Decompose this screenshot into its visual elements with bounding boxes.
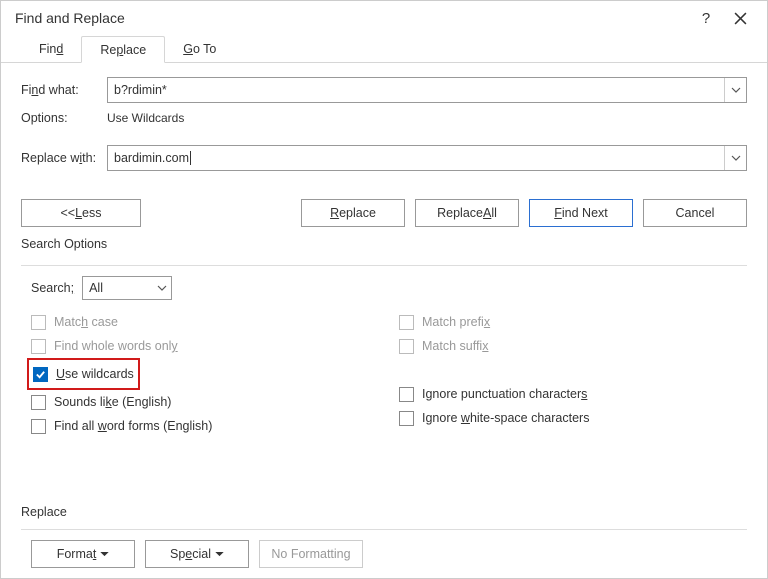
close-button[interactable]	[723, 12, 757, 25]
checkbox-icon	[31, 419, 46, 434]
options-row: Options: Use Wildcards	[21, 111, 747, 125]
checkbox-icon	[31, 315, 46, 330]
replace-with-label: Replace with:	[21, 151, 107, 165]
match-suffix-checkbox[interactable]: Match suffix	[399, 334, 747, 358]
checkbox-icon	[31, 395, 46, 410]
format-button[interactable]: Format	[31, 540, 135, 568]
find-next-button[interactable]: Find Next	[529, 199, 633, 227]
use-wildcards-checkbox[interactable]: Use wildcards	[33, 362, 134, 386]
sounds-like-checkbox[interactable]: Sounds like (English)	[31, 390, 379, 414]
divider	[21, 265, 747, 266]
chevron-down-icon	[153, 285, 171, 291]
less-button[interactable]: << Less	[21, 199, 141, 227]
replace-section-header: Replace	[21, 505, 747, 519]
ignore-punctuation-checkbox[interactable]: Ignore punctuation characters	[399, 382, 747, 406]
action-buttons: << Less Replace Replace All Find Next Ca…	[21, 199, 747, 227]
replace-all-button[interactable]: Replace All	[415, 199, 519, 227]
titlebar: Find and Replace ?	[1, 1, 767, 35]
find-replace-dialog: Find and Replace ? Find Replace Go To Fi…	[0, 0, 768, 579]
search-direction-row: Search; All	[31, 276, 747, 300]
options-value: Use Wildcards	[107, 111, 184, 125]
replace-with-input[interactable]: bardimin.com	[107, 145, 747, 171]
checkbox-icon	[399, 339, 414, 354]
caret-down-icon	[100, 552, 109, 557]
word-forms-checkbox[interactable]: Find all word forms (English)	[31, 414, 379, 438]
search-label: Search;	[31, 281, 74, 295]
checkbox-icon	[399, 411, 414, 426]
checkbox-icon	[31, 339, 46, 354]
replace-section: Replace Format Special No Formatting	[21, 505, 747, 568]
chevron-down-icon[interactable]	[724, 146, 746, 170]
caret-down-icon	[215, 552, 224, 557]
match-case-checkbox[interactable]: Match case	[31, 310, 379, 334]
find-what-input[interactable]: b?rdimin*	[107, 77, 747, 103]
special-button[interactable]: Special	[145, 540, 249, 568]
close-icon	[734, 12, 747, 25]
format-buttons: Format Special No Formatting	[31, 540, 747, 568]
search-options-header: Search Options	[21, 237, 747, 251]
text-cursor	[190, 151, 191, 165]
checkbox-columns: Match case Find whole words only Use wil…	[21, 310, 747, 438]
chevron-down-icon[interactable]	[724, 78, 746, 102]
tab-find[interactable]: Find	[21, 36, 81, 63]
find-what-row: Find what: b?rdimin*	[21, 77, 747, 103]
replace-button[interactable]: Replace	[301, 199, 405, 227]
cancel-button[interactable]: Cancel	[643, 199, 747, 227]
help-button[interactable]: ?	[689, 10, 723, 27]
tab-replace[interactable]: Replace	[81, 36, 165, 63]
search-direction-select[interactable]: All	[82, 276, 172, 300]
ignore-whitespace-checkbox[interactable]: Ignore white-space characters	[399, 406, 747, 430]
dialog-title: Find and Replace	[15, 10, 689, 26]
checkbox-checked-icon	[33, 367, 48, 382]
match-prefix-checkbox[interactable]: Match prefix	[399, 310, 747, 334]
tab-goto[interactable]: Go To	[165, 36, 234, 63]
whole-words-checkbox[interactable]: Find whole words only	[31, 334, 379, 358]
tab-strip: Find Replace Go To	[1, 35, 767, 63]
replace-with-row: Replace with: bardimin.com	[21, 145, 747, 171]
checkbox-icon	[399, 315, 414, 330]
dialog-body: Find what: b?rdimin* Options: Use Wildca…	[1, 63, 767, 578]
find-what-label: Find what:	[21, 83, 107, 97]
checkbox-icon	[399, 387, 414, 402]
use-wildcards-highlight: Use wildcards	[27, 358, 140, 390]
no-formatting-button: No Formatting	[259, 540, 363, 568]
divider	[21, 529, 747, 530]
options-label: Options:	[21, 111, 107, 125]
